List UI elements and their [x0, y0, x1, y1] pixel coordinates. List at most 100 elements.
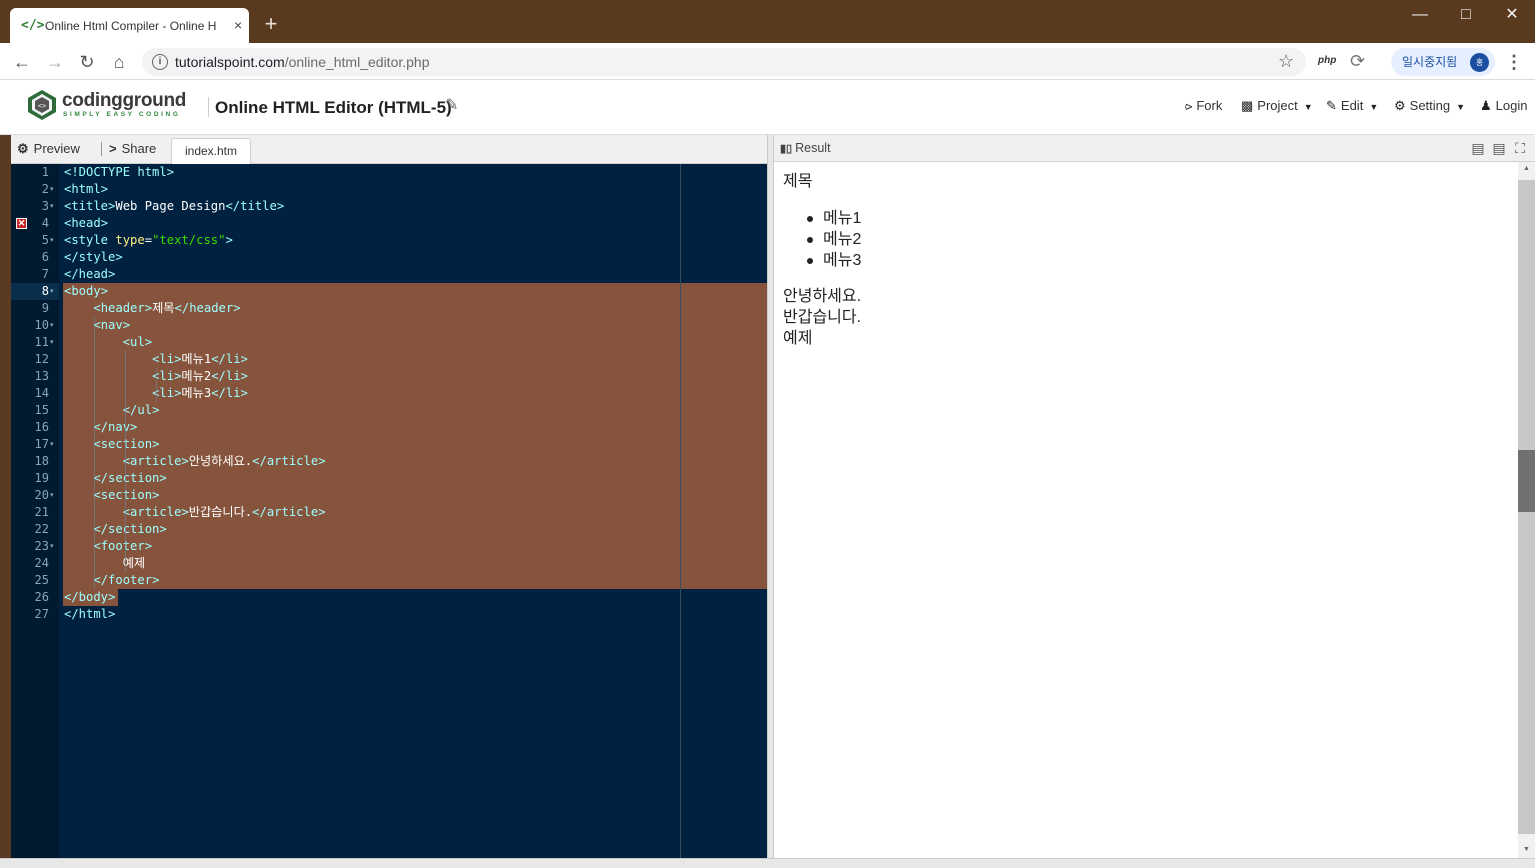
address-bar[interactable]: i tutorialspoint.com/online_html_editor.…	[142, 48, 1306, 76]
header-divider	[208, 97, 209, 117]
code-line: </ul>	[122, 403, 160, 417]
url-text[interactable]: tutorialspoint.com/online_html_editor.ph…	[175, 54, 430, 70]
logo-tagline: SIMPLY EASY CODING	[63, 111, 181, 118]
list-item-label: 메뉴1	[823, 210, 862, 227]
tab-close-icon[interactable]: ×	[234, 17, 248, 33]
code-line: </section>	[93, 522, 167, 536]
print-margin	[680, 164, 681, 858]
fold-arrow-icon[interactable]: ▾	[50, 487, 58, 504]
close-window-icon[interactable]: ✕	[1489, 0, 1535, 30]
minimize-icon[interactable]: —	[1397, 0, 1443, 30]
line-number: 13	[34, 369, 49, 383]
code-line: <style type="text/css">	[64, 233, 233, 247]
browser-menu-icon[interactable]: ⋮	[1505, 52, 1523, 72]
php-extension-icon[interactable]: php	[1318, 55, 1336, 66]
line-number: 26	[34, 590, 49, 604]
home-icon[interactable]: ⌂	[109, 52, 129, 72]
editor-toolbar: ⚙ Preview > Share index.htm	[11, 135, 767, 165]
fullscreen-icon[interactable]: ⛶	[1511, 139, 1529, 157]
list-item: 메뉴2	[807, 229, 862, 250]
bookmark-star-icon[interactable]: ☆	[1278, 51, 1294, 71]
code-line: <footer>	[93, 539, 153, 553]
tab-index-htm[interactable]: index.htm	[171, 138, 251, 165]
result-title: ▮▯ Result	[780, 141, 831, 155]
code-editor[interactable]: ✕ 1 2 ▾ 3 ▾ 4 5 ▾ 6 7 8 ▾ 9 10 ▾ 11 ▾ 12 13 14 15 16 17 ▾ 18 19 20…	[11, 164, 767, 858]
code-line: <!DOCTYPE html>	[64, 165, 175, 179]
code-line: <body>	[64, 284, 109, 298]
profile-button[interactable]: 일시중지됨 홍	[1391, 48, 1495, 76]
code-line: <html>	[64, 182, 109, 196]
toolbar-divider	[101, 142, 102, 156]
indent-guide	[125, 351, 126, 572]
line-number: 22	[34, 522, 49, 536]
fork-icon: ⪧	[1185, 98, 1193, 113]
scroll-down-icon[interactable]: ▼	[1522, 846, 1531, 854]
forward-arrow-icon[interactable]: →	[45, 52, 65, 72]
edit-title-icon[interactable]: ✎	[445, 96, 458, 116]
fold-arrow-icon[interactable]: ▾	[50, 436, 58, 453]
shrink-icon[interactable]: ▤	[1469, 139, 1487, 157]
list-item: 메뉴3	[807, 250, 861, 271]
line-number: 9	[41, 301, 49, 315]
fork-button[interactable]: ⪧ Fork	[1185, 97, 1222, 115]
line-number: 15	[34, 403, 49, 417]
chevron-right-icon: >	[109, 141, 117, 156]
code-line: </section>	[93, 471, 167, 485]
fold-arrow-icon[interactable]: ▾	[50, 232, 58, 249]
fold-arrow-icon[interactable]: ▾	[50, 334, 58, 351]
code-line: <header>제목</header>	[93, 301, 241, 315]
login-button[interactable]: ♟ Login	[1480, 97, 1527, 115]
result-header-text: 제목	[783, 173, 813, 190]
tab-strip: </> Online Html Compiler - Online H × + …	[0, 0, 1535, 43]
tab-title: Online Html Compiler - Online H	[45, 19, 217, 33]
new-tab-button[interactable]: +	[260, 13, 282, 35]
split-handle[interactable]	[767, 135, 774, 858]
setting-menu[interactable]: ⚙ Setting ▼	[1394, 97, 1465, 115]
scrollbar-thumb[interactable]	[1518, 450, 1535, 512]
line-number: 12	[34, 352, 49, 366]
gears-icon: ⚙	[17, 141, 29, 156]
fold-arrow-icon[interactable]: ▾	[50, 181, 58, 198]
page-title: Online HTML Editor (HTML-5)	[215, 98, 452, 117]
reload-icon[interactable]: ↻	[77, 52, 97, 72]
share-button[interactable]: > Share	[109, 140, 156, 158]
fold-arrow-icon[interactable]: ▾	[50, 317, 58, 334]
result-footer-text: 예제	[783, 330, 813, 347]
split-icon[interactable]: ▤	[1490, 139, 1508, 157]
refresh-extension-icon[interactable]: ⟳	[1350, 51, 1365, 71]
bullet-icon	[807, 258, 813, 264]
result-article-2: 반갑습니다.	[783, 309, 862, 326]
project-menu[interactable]: ▩ Project ▼	[1241, 97, 1313, 115]
back-arrow-icon[interactable]: ←	[12, 52, 32, 72]
site-info-icon[interactable]: i	[152, 54, 168, 70]
fold-arrow-icon[interactable]: ▾	[50, 538, 58, 555]
preview-button[interactable]: ⚙ Preview	[17, 140, 80, 158]
maximize-icon[interactable]: □	[1443, 0, 1489, 30]
code-line: <article>안녕하세요.</article>	[122, 454, 326, 468]
scroll-up-icon[interactable]: ▲	[1522, 165, 1531, 173]
code-line: <section>	[93, 488, 160, 502]
browser-tab[interactable]: </> Online Html Compiler - Online H ×	[10, 8, 249, 43]
list-item-label: 메뉴2	[823, 231, 862, 248]
fold-arrow-icon[interactable]: ▾	[50, 198, 58, 215]
line-number: 21	[34, 505, 49, 519]
result-toolbar: ▮▯ Result ▤ ▤ ⛶	[774, 135, 1535, 162]
codingground-logo-icon[interactable]: <>	[26, 89, 58, 121]
edit-menu[interactable]: ✎ Edit ▼	[1326, 97, 1378, 115]
logo-text: codingground	[62, 90, 187, 111]
code-line: <li>메뉴1</li>	[152, 352, 248, 366]
line-number: 4	[41, 216, 49, 230]
chevron-down-icon: ▼	[1303, 102, 1313, 112]
code-favicon-icon: </>	[21, 18, 45, 33]
line-number: 18	[34, 454, 49, 468]
result-article-1: 안녕하세요.	[783, 288, 862, 305]
edit-icon: ✎	[1326, 98, 1337, 113]
result-scrollbar[interactable]: ▲ ▼	[1518, 162, 1535, 858]
bottom-bar	[0, 858, 1535, 868]
fold-arrow-icon[interactable]: ▾	[50, 283, 58, 300]
code-line: <head>	[64, 216, 109, 230]
browser-window: </> Online Html Compiler - Online H × + …	[0, 0, 1535, 868]
scrollbar-track	[1518, 512, 1535, 834]
line-number: 23	[34, 539, 49, 553]
code-line: </body>	[64, 590, 116, 604]
